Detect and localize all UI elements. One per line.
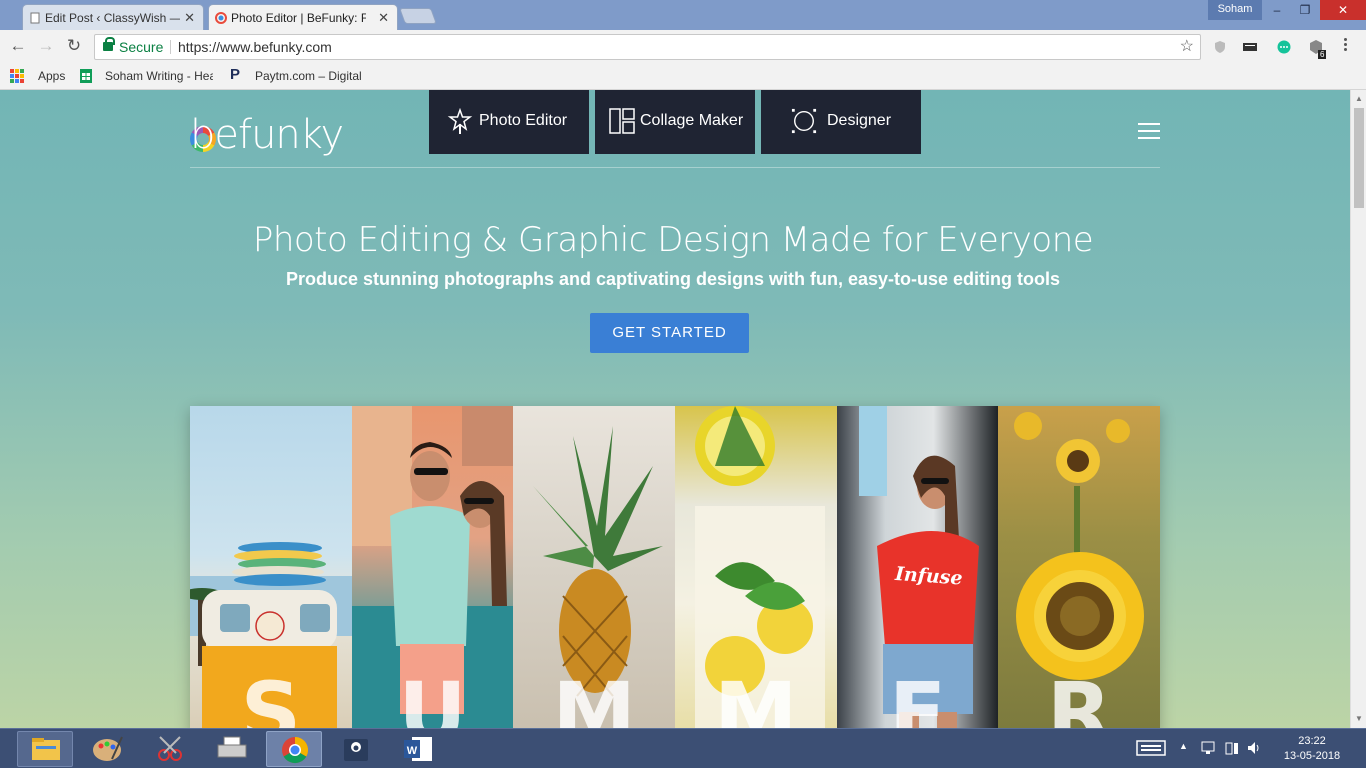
get-started-button[interactable]: GET STARTED bbox=[590, 313, 749, 353]
strip-letter: E bbox=[888, 664, 947, 728]
photo-strip-lemonade: M bbox=[675, 406, 837, 728]
reload-button[interactable]: ↻ bbox=[64, 36, 84, 56]
browser-tab-strip: Edit Post ‹ ClassyWish — ✕ Photo Editor … bbox=[0, 0, 1366, 30]
photo-strip-van: S bbox=[190, 406, 352, 728]
taskbar-snipping-tool[interactable] bbox=[142, 731, 198, 767]
extension-badge: 6 bbox=[1318, 50, 1327, 59]
collage-grid-icon bbox=[609, 108, 635, 134]
strip-letter: M bbox=[552, 664, 636, 728]
chrome-menu-icon[interactable] bbox=[1344, 38, 1348, 53]
system-clock[interactable]: 23:22 13-05-2018 bbox=[1276, 734, 1348, 764]
address-separator bbox=[170, 40, 171, 54]
summer-photo-strips: S U M M Infuse E R bbox=[190, 406, 1161, 728]
browser-toolbar: ← → ↻ Secure https://www.befunky.com ☆ 6 bbox=[0, 30, 1366, 63]
svg-text:W: W bbox=[407, 745, 418, 757]
touch-keyboard-icon[interactable] bbox=[1136, 740, 1166, 756]
bookmark-paytm[interactable]: Paytm.com – Digital bbox=[255, 69, 361, 83]
bookmark-soham-writing[interactable]: Soham Writing - Hea bbox=[105, 69, 213, 83]
scrollbar-thumb[interactable] bbox=[1354, 108, 1364, 208]
nav-collage-maker-label: Collage Maker bbox=[640, 112, 744, 129]
close-window-button[interactable]: ✕ bbox=[1320, 0, 1366, 20]
hero-title: Photo Editing & Graphic Design Made for … bbox=[252, 220, 1094, 260]
scroll-up-arrow-icon[interactable]: ▲ bbox=[1355, 94, 1363, 103]
taskbar-word[interactable]: W bbox=[390, 731, 446, 767]
close-tab-icon[interactable]: ✕ bbox=[184, 10, 195, 26]
tab-title: Photo Editor | BeFunky: Fr bbox=[231, 11, 366, 25]
page-scrollbar[interactable]: ▲ ▼ bbox=[1350, 90, 1366, 728]
befunky-favicon-icon bbox=[215, 12, 227, 24]
photo-strip-couple: U bbox=[351, 406, 514, 728]
file-explorer-icon bbox=[32, 738, 60, 760]
show-hidden-icons-icon[interactable]: ▲ bbox=[1179, 741, 1188, 751]
hamburger-menu-icon[interactable] bbox=[1138, 123, 1160, 144]
befunky-logo[interactable]: befunky bbox=[190, 108, 344, 158]
battery-icon[interactable] bbox=[1224, 740, 1240, 756]
chat-extension-icon[interactable] bbox=[1277, 40, 1291, 54]
nav-designer[interactable]: Designer bbox=[761, 90, 921, 154]
tab-befunky[interactable]: Photo Editor | BeFunky: Fr ✕ bbox=[208, 4, 398, 30]
photo-strip-pineapple: M bbox=[513, 406, 676, 728]
nav-photo-editor[interactable]: Photo Editor bbox=[429, 90, 589, 154]
lock-icon bbox=[103, 37, 115, 51]
address-bar[interactable]: Secure https://www.befunky.com ☆ bbox=[94, 34, 1201, 60]
network-icon[interactable] bbox=[1200, 741, 1216, 755]
tab-title: Edit Post ‹ ClassyWish — bbox=[45, 11, 180, 25]
strip-letter: U bbox=[398, 664, 467, 728]
nav-photo-editor-label: Photo Editor bbox=[479, 112, 568, 129]
taskbar-chrome[interactable] bbox=[266, 731, 322, 767]
minimize-button[interactable]: – bbox=[1262, 0, 1292, 20]
taskbar-app[interactable] bbox=[328, 731, 384, 767]
paytm-icon: P bbox=[230, 66, 241, 83]
hero-subtitle: Produce stunning photographs and captiva… bbox=[285, 269, 1061, 289]
close-tab-icon[interactable]: ✕ bbox=[378, 10, 389, 26]
designer-circle-icon bbox=[791, 108, 817, 134]
app-icon bbox=[344, 739, 368, 761]
volume-icon[interactable] bbox=[1246, 740, 1262, 756]
logo-text: befunky bbox=[190, 112, 344, 158]
bookmark-apps[interactable]: Apps bbox=[38, 69, 65, 83]
taskbar-scanner[interactable] bbox=[204, 731, 260, 767]
strip-letter: M bbox=[714, 664, 798, 728]
google-sheets-icon bbox=[80, 69, 92, 83]
tab-edit-post[interactable]: Edit Post ‹ ClassyWish — ✕ bbox=[22, 4, 204, 30]
word-icon: W bbox=[404, 737, 432, 761]
taskbar-file-explorer[interactable] bbox=[17, 731, 73, 767]
photo-strip-woman: Infuse E bbox=[836, 406, 999, 728]
profile-button[interactable]: Soham bbox=[1208, 0, 1262, 20]
windows-taskbar: W ▲ 23:22 13-05-2018 bbox=[0, 728, 1366, 768]
strip-letter: R bbox=[1046, 664, 1112, 728]
nav-collage-maker[interactable]: Collage Maker bbox=[595, 90, 755, 154]
url-text[interactable]: https://www.befunky.com bbox=[178, 35, 332, 59]
restore-button[interactable]: ❐ bbox=[1290, 0, 1320, 20]
chrome-icon bbox=[282, 736, 309, 764]
snipping-tool-icon bbox=[158, 736, 182, 761]
apps-grid-icon bbox=[10, 69, 24, 83]
scanner-icon bbox=[217, 736, 247, 758]
shield-extension-icon[interactable] bbox=[1213, 40, 1227, 54]
header-divider bbox=[190, 167, 1160, 168]
clock-time: 23:22 bbox=[1298, 735, 1326, 747]
new-tab-button[interactable] bbox=[399, 8, 437, 24]
nav-designer-label: Designer bbox=[827, 112, 892, 129]
document-icon bbox=[30, 12, 40, 24]
forward-button[interactable]: → bbox=[36, 36, 56, 56]
befunky-page: befunky Photo Editor Collage Maker Desig… bbox=[0, 90, 1350, 728]
photo-strip-sunflower: R bbox=[998, 406, 1161, 728]
taskbar-paint[interactable] bbox=[80, 731, 136, 767]
keyboard-extension-icon[interactable] bbox=[1243, 40, 1257, 54]
paint-icon bbox=[93, 736, 123, 761]
clock-date: 13-05-2018 bbox=[1283, 750, 1341, 762]
secure-label: Secure bbox=[119, 39, 164, 55]
bookmark-star-icon[interactable]: ☆ bbox=[1180, 35, 1194, 59]
bookmarks-bar: Apps Soham Writing - Hea P Paytm.com – D… bbox=[0, 63, 1366, 90]
back-button[interactable]: ← bbox=[8, 36, 28, 56]
scroll-down-arrow-icon[interactable]: ▼ bbox=[1355, 714, 1363, 723]
star-wand-icon bbox=[447, 108, 473, 134]
strip-letter: S bbox=[240, 664, 302, 728]
